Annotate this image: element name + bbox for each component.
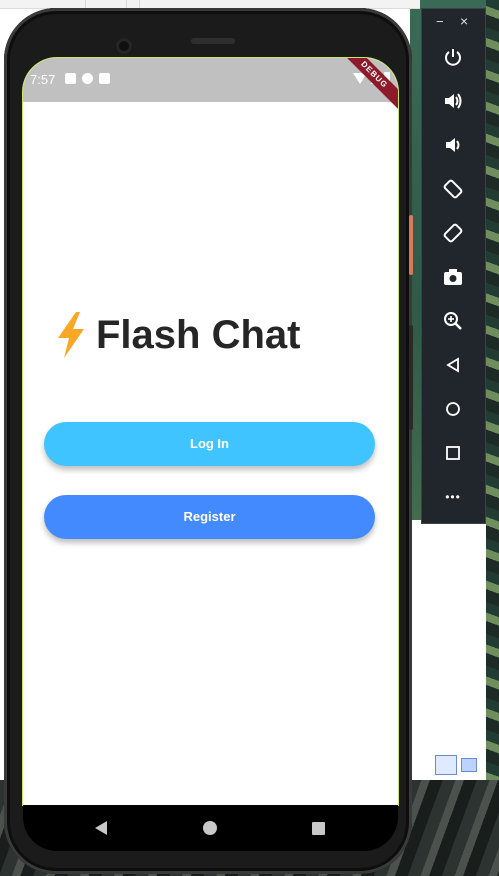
lightning-bolt-icon	[56, 312, 86, 358]
minimize-button[interactable]: −	[436, 14, 444, 29]
gmail-notification-icon	[65, 73, 76, 84]
rotate-right-icon[interactable]	[441, 221, 465, 245]
emulator-back-icon[interactable]	[441, 353, 465, 377]
background-window-view-toggles	[435, 755, 477, 775]
app-title: Flash Chat	[96, 312, 301, 357]
front-camera	[116, 38, 132, 54]
emulator-home-icon[interactable]	[441, 397, 465, 421]
notification-icons	[65, 73, 110, 84]
background-window	[410, 520, 486, 780]
list-view-icon[interactable]	[435, 755, 457, 775]
emulator-toolbar: − × •••	[421, 8, 486, 524]
more-options-icon[interactable]: •••	[441, 485, 465, 509]
volume-up-icon[interactable]	[441, 89, 465, 113]
brand-header: Flash Chat	[56, 312, 300, 358]
sd-card-icon	[99, 73, 110, 84]
recents-icon[interactable]	[312, 822, 325, 835]
emulator-overview-icon[interactable]	[441, 441, 465, 465]
debug-banner: DEBUG	[333, 58, 398, 116]
zoom-icon[interactable]	[441, 309, 465, 333]
volume-side-button	[409, 325, 413, 430]
status-bar: 7:57 DEBUG	[23, 58, 398, 116]
earpiece-speaker	[191, 38, 235, 44]
app-screen: 7:57 DEBUG Flash Chat Log In Register	[23, 58, 398, 805]
register-button[interactable]: Register	[44, 495, 375, 539]
close-button[interactable]: ×	[460, 13, 468, 29]
power-icon[interactable]	[441, 45, 465, 69]
image-view-icon[interactable]	[461, 758, 477, 772]
camera-screenshot-icon[interactable]	[441, 265, 465, 289]
status-time: 7:57	[30, 72, 56, 87]
navigation-bar	[23, 805, 398, 851]
volume-down-icon[interactable]	[441, 133, 465, 157]
home-icon[interactable]	[203, 821, 217, 835]
login-button[interactable]: Log In	[44, 422, 375, 466]
app-notification-icon	[82, 73, 93, 84]
emulator-window-controls: − ×	[422, 13, 485, 31]
power-side-button	[409, 215, 413, 275]
desktop-wallpaper-edge	[486, 0, 499, 876]
back-icon[interactable]	[95, 821, 107, 835]
rotate-left-icon[interactable]	[441, 177, 465, 201]
